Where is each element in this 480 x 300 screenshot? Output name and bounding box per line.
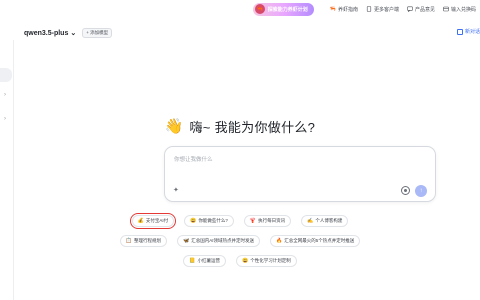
code-icon: [443, 6, 449, 12]
chat-input-placeholder[interactable]: 你想让我做什么: [174, 155, 213, 163]
new-chat-button[interactable]: 新对话: [456, 28, 480, 35]
suggestion-row-3: 📒 小红薯运营 😀 个性化学习计划定制: [0, 255, 480, 267]
new-chat-label: 新对话: [464, 29, 480, 35]
app-page: 🦐 探索能力养虾计划 🦐 养虾指南 更多客户端 产品意见 输入兑换码 qwen3…: [0, 0, 480, 300]
suggestion-chip-alipay[interactable]: 💰 支付宝AI付: [129, 213, 177, 229]
smile-icon: 😀: [190, 218, 197, 224]
topbar-link-label: 养虾指南: [337, 6, 358, 13]
new-chat-icon: [456, 28, 463, 35]
promo-label: 探索能力养虾计划: [267, 6, 308, 13]
suggestion-chip-label: 个人博客构建: [315, 218, 343, 223]
add-model-button[interactable]: + 添加模型: [82, 28, 113, 38]
sidebar-active-item[interactable]: [0, 68, 12, 82]
clipboard-icon: 📋: [125, 238, 132, 244]
suggestion-chip[interactable]: 🦞 执行每日资讯: [243, 215, 292, 227]
suggestion-chip[interactable]: 🔥 汇总全网最火的5个热点并定时推送: [269, 235, 361, 247]
butterfly-icon: 🦋: [182, 238, 190, 244]
suggestion-chip[interactable]: 📋 整理行程规划: [119, 235, 167, 247]
model-selector[interactable]: qwen3.5-plus ⌄: [24, 29, 77, 38]
phone-icon: [366, 6, 372, 12]
money-bag-icon: 💰: [137, 218, 144, 224]
send-button[interactable]: ↑: [415, 185, 427, 197]
add-model-label: + 添加模型: [86, 30, 109, 35]
chevron-down-icon: ⌄: [70, 30, 77, 37]
greeting-title: 嗨~ 我能为你做什么?: [189, 120, 316, 135]
suggestion-chip-label: 汇总国内AI领域热点并定时发送: [191, 238, 254, 243]
model-selector-row: qwen3.5-plus ⌄ + 添加模型: [24, 28, 113, 38]
notebook-icon: 📒: [189, 258, 196, 264]
topbar-link-label: 更多客户端: [373, 6, 399, 13]
topbar-link-clients[interactable]: 更多客户端: [366, 6, 399, 13]
suggestion-chip[interactable]: 😀 你能做些什么?: [184, 215, 234, 227]
greeting-hero: 👋 嗨~ 我能为你做什么?: [0, 117, 480, 136]
model-name: qwen3.5-plus: [24, 29, 69, 37]
chevron-right-icon[interactable]: ›: [4, 92, 6, 98]
shrimp-icon: 🦐: [329, 6, 336, 12]
suggestion-chip-label: 支付宝AI付: [145, 218, 169, 223]
topbar-link-guide[interactable]: 🦐 养虾指南: [330, 6, 358, 13]
suggestion-chip-label: 个性化学习计划定制: [250, 258, 291, 263]
suggestion-chip-label: 汇总全网最火的5个热点并定时推送: [284, 238, 355, 243]
fire-icon: 🔥: [275, 238, 283, 244]
suggestion-chip-label: 小红薯运营: [197, 258, 221, 263]
suggestion-chip-label: 执行每日资讯: [258, 218, 286, 223]
suggestion-chip[interactable]: 🦋 汇总国内AI领域热点并定时发送: [176, 235, 260, 247]
suggestion-chip-label: 整理行程规划: [133, 238, 161, 243]
suggestion-chip-label: 你能做些什么?: [198, 218, 228, 223]
topbar-link-redeem[interactable]: 输入兑换码: [443, 6, 476, 13]
suggestion-chip[interactable]: 📒 小红薯运营: [183, 255, 226, 267]
pen-icon: ✍: [307, 218, 314, 224]
shrimp-avatar-icon: 🦐: [254, 4, 265, 14]
topbar-link-label: 输入兑换码: [450, 6, 476, 13]
lobster-icon: 🦞: [249, 218, 257, 224]
topbar-link-label: 产品意见: [414, 6, 435, 13]
topbar-link-feedback[interactable]: 产品意见: [407, 6, 435, 13]
suggestion-chip[interactable]: ✍ 个人博客构建: [301, 215, 349, 227]
suggestion-row-1: 💰 支付宝AI付 😀 你能做些什么? 🦞 执行每日资讯 ✍ 个人博客构建: [0, 213, 480, 229]
promo-button[interactable]: 🦐 探索能力养虾计划: [252, 2, 314, 16]
suggestion-chip[interactable]: 😀 个性化学习计划定制: [236, 255, 297, 267]
chat-input-box[interactable]: 你想让我做什么 ✦ ↑: [164, 146, 436, 202]
feedback-icon: [407, 6, 413, 12]
waving-hand-icon: 👋: [164, 118, 184, 135]
top-bar: 🦐 探索能力养虾计划 🦐 养虾指南 更多客户端 产品意见 输入兑换码: [0, 0, 480, 18]
skill-tool-icon[interactable]: ✦: [173, 187, 181, 195]
smile-icon: 😀: [242, 258, 249, 264]
suggestion-row-2: 📋 整理行程规划 🦋 汇总国内AI领域热点并定时发送 🔥 汇总全网最火的5个热点…: [0, 235, 480, 247]
attach-icon[interactable]: [401, 186, 410, 195]
